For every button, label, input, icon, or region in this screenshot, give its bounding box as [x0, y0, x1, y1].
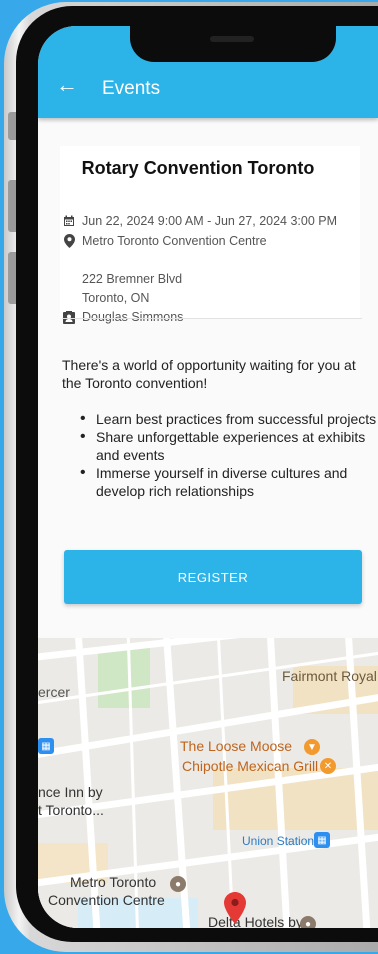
volume-down-button: [8, 252, 16, 304]
map-label-mtcc-2: Convention Centre: [48, 892, 165, 908]
map-label-mtcc: Metro Toronto: [70, 874, 157, 890]
event-city: Toronto, ON: [82, 291, 150, 305]
restaurant-icon: ✕: [320, 758, 336, 774]
arrow-left-icon[interactable]: ←: [56, 74, 78, 96]
date-row: Jun 22, 2024 9:00 AM - Jun 27, 2024 3:00…: [62, 214, 337, 228]
event-highlights: Learn best practices from successful pro…: [80, 410, 378, 500]
event-description: There's a world of opportunity waiting f…: [62, 357, 356, 391]
contact-card-icon: [62, 310, 76, 324]
notch: [130, 26, 336, 62]
highlight-item: Share unforgettable experiences at exhib…: [80, 428, 378, 464]
register-button[interactable]: REGISTER: [64, 550, 362, 604]
event-date-range: Jun 22, 2024 9:00 AM - Jun 27, 2024 3:00…: [82, 214, 338, 228]
divider: [62, 318, 362, 319]
location-pin-icon: [62, 234, 76, 248]
transit-stop-icon: ▦: [38, 738, 54, 754]
volume-up-button: [8, 180, 16, 232]
map-label-inn-2: t Toronto...: [38, 802, 104, 818]
header-title: Events: [102, 78, 161, 99]
bar-icon: ▼: [304, 739, 320, 755]
contact-row: Douglas Simmons: [62, 310, 183, 324]
map-label-mercer: ercer: [38, 684, 70, 700]
event-address: 222 Bremner Blvd: [82, 272, 183, 286]
map-label-union-station: Union Station: [242, 834, 315, 848]
map-pin-icon[interactable]: [224, 892, 246, 924]
event-title: Rotary Convention Toronto: [81, 158, 315, 178]
event-venue: Metro Toronto Convention Centre: [82, 234, 267, 248]
train-station-icon: ▦: [314, 832, 330, 848]
mute-switch: [8, 112, 16, 140]
event-contact: Douglas Simmons: [82, 310, 184, 324]
speaker: [210, 36, 254, 42]
highlight-item: Learn best practices from successful pro…: [80, 410, 378, 428]
map-view[interactable]: ercer Fairmont Royal ▦ The Loose Moose ▼…: [38, 638, 378, 928]
phone-screen: ← Events Rotary Convention Toronto Jun 2…: [38, 26, 378, 928]
hotel-icon: ●: [300, 916, 316, 928]
highlight-item: Immerse yourself in diverse cultures and…: [80, 464, 378, 500]
calendar-icon: [62, 214, 76, 228]
venue-row: Metro Toronto Convention Centre: [62, 234, 267, 248]
map-label-inn: nce Inn by: [38, 784, 103, 800]
map-label-chipotle: Chipotle Mexican Grill: [182, 758, 319, 774]
map-label-loose-moose: The Loose Moose: [180, 738, 293, 754]
map-label-delta: Delta Hotels by: [208, 914, 303, 928]
landmark-icon: ●: [170, 876, 186, 892]
map-label-fairmont: Fairmont Royal: [282, 668, 377, 684]
